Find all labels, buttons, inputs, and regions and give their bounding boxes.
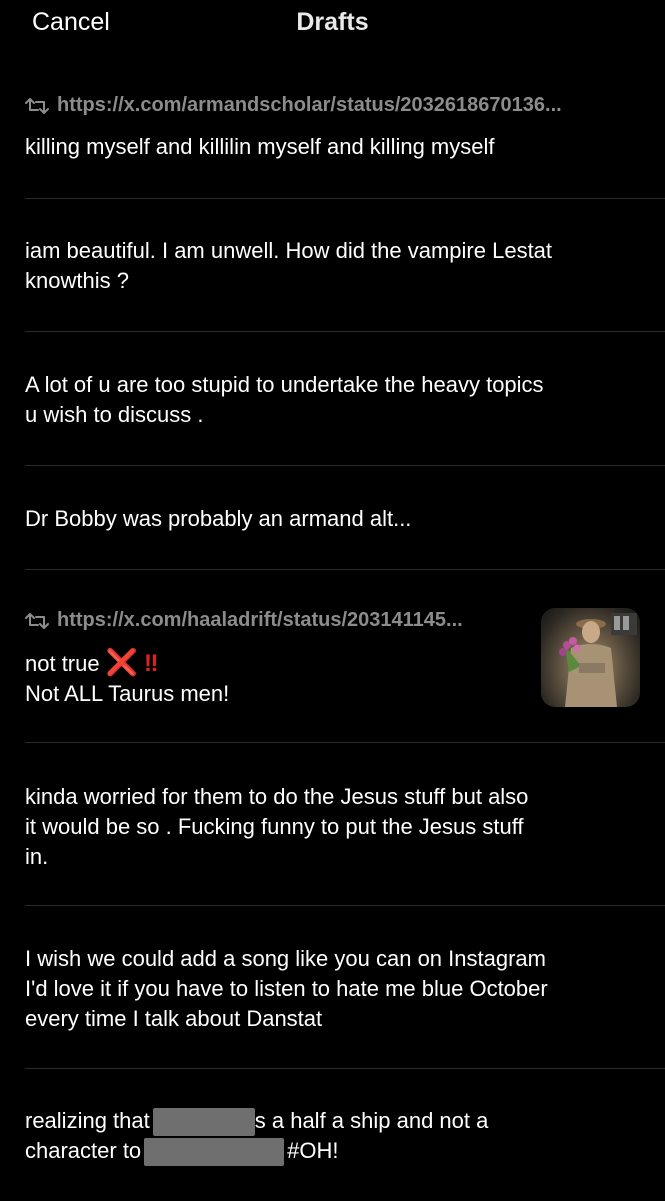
quote-link: https://x.com/armandscholar/status/20326…: [25, 94, 562, 117]
redaction-block: [144, 1138, 285, 1167]
draft-text: iam beautiful. I am unwell. How did the …: [25, 238, 553, 293]
draft-item[interactable]: iam beautiful. I am unwell. How did the …: [25, 198, 665, 332]
redaction-block: [152, 1108, 255, 1137]
draft-text: I wish we could add a song like you can …: [25, 946, 548, 1031]
quote-url: https://x.com/armandscholar/status/20326…: [57, 94, 562, 116]
double-exclamation-icon: ‼: [143, 650, 158, 677]
cancel-button[interactable]: Cancel: [32, 8, 110, 37]
draft-text: kinda worried for them to do the Jesus s…: [25, 784, 529, 869]
retweet-icon: [25, 612, 49, 629]
draft-item[interactable]: I wish we could add a song like you can …: [25, 905, 665, 1069]
cross-mark-icon: ❌: [105, 647, 138, 677]
photo-person-with-flowers: [559, 613, 637, 707]
quote-url: https://x.com/haaladrift/status/20314114…: [57, 609, 463, 631]
retweet-icon: [25, 97, 49, 114]
quote-link: https://x.com/haaladrift/status/20314114…: [25, 609, 463, 632]
draft-text: A lot of u are too stupid to undertake t…: [25, 372, 544, 427]
draft-item[interactable]: realizing that s a half a ship and not a …: [25, 1068, 665, 1201]
media-thumbnail[interactable]: [541, 608, 640, 707]
draft-text: realizing that s a half a ship and not a …: [25, 1106, 625, 1167]
draft-item[interactable]: A lot of u are too stupid to undertake t…: [25, 331, 665, 466]
draft-item[interactable]: kinda worried for them to do the Jesus s…: [25, 742, 665, 906]
draft-item[interactable]: Dr Bobby was probably an armand alt...: [25, 465, 665, 570]
draft-text: not true ❌ ‼ Not ALL Taurus men!: [25, 647, 230, 706]
draft-item[interactable]: https://x.com/armandscholar/status/20326…: [25, 80, 665, 198]
header: Cancel Drafts: [0, 0, 665, 46]
draft-text: killing myself and killilin myself and k…: [25, 134, 495, 159]
draft-text: Dr Bobby was probably an armand alt...: [25, 506, 412, 531]
draft-item[interactable]: https://x.com/haaladrift/status/20314114…: [25, 569, 665, 743]
